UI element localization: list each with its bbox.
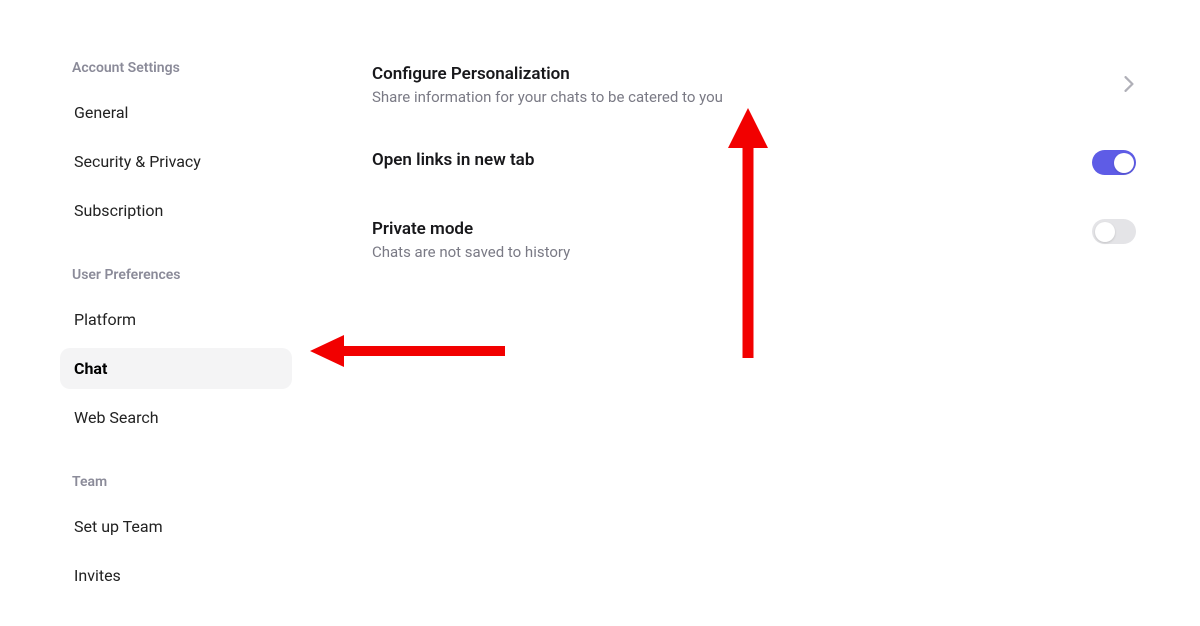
setting-private-mode-subtitle: Chats are not saved to history [372, 243, 1092, 261]
setting-open-links-title: Open links in new tab [372, 150, 1092, 170]
setting-private-mode: Private mode Chats are not saved to hist… [372, 219, 1140, 261]
sidebar-item-platform[interactable]: Platform [60, 299, 292, 340]
settings-main: Configure Personalization Share informat… [312, 60, 1140, 626]
sidebar-heading-user-preferences: User Preferences [72, 267, 312, 283]
setting-personalization-subtitle: Share information for your chats to be c… [372, 88, 1124, 106]
setting-personalization[interactable]: Configure Personalization Share informat… [372, 64, 1140, 106]
sidebar-item-invites[interactable]: Invites [60, 555, 292, 596]
toggle-knob [1095, 222, 1115, 242]
settings-sidebar: Account Settings General Security & Priv… [72, 60, 312, 626]
sidebar-heading-team: Team [72, 474, 312, 490]
setting-open-links: Open links in new tab [372, 150, 1140, 175]
toggle-private-mode[interactable] [1092, 219, 1136, 244]
sidebar-item-subscription[interactable]: Subscription [60, 190, 292, 231]
sidebar-item-set-up-team[interactable]: Set up Team [60, 506, 292, 547]
setting-private-mode-title: Private mode [372, 219, 1092, 239]
sidebar-section-user-preferences: User Preferences Platform Chat Web Searc… [72, 267, 312, 438]
sidebar-section-account: Account Settings General Security & Priv… [72, 60, 312, 231]
toggle-knob [1114, 153, 1134, 173]
sidebar-item-web-search[interactable]: Web Search [60, 397, 292, 438]
setting-personalization-title: Configure Personalization [372, 64, 1124, 84]
chevron-right-icon [1124, 76, 1134, 96]
sidebar-heading-account: Account Settings [72, 60, 312, 76]
sidebar-item-general[interactable]: General [60, 92, 292, 133]
sidebar-section-team: Team Set up Team Invites [72, 474, 312, 596]
sidebar-item-security-privacy[interactable]: Security & Privacy [60, 141, 292, 182]
toggle-open-links[interactable] [1092, 150, 1136, 175]
sidebar-item-chat[interactable]: Chat [60, 348, 292, 389]
